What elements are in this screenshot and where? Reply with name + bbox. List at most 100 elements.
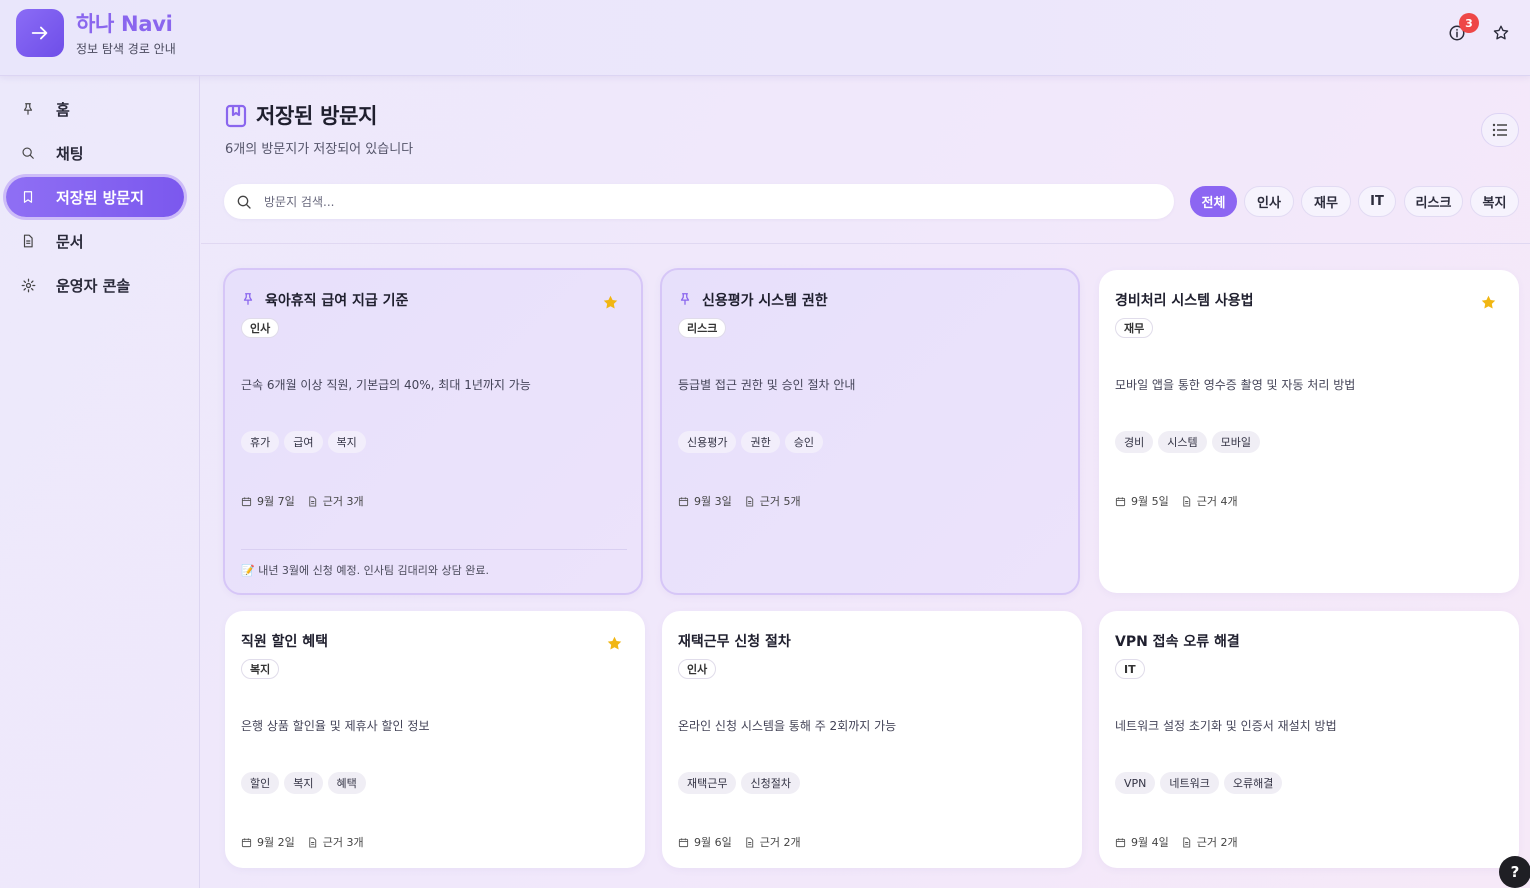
category-badge: 인사 <box>241 318 280 338</box>
sidebar: 홈 채팅 저장된 방문지 문서 운영자 콘솔 <box>0 76 200 888</box>
tag-list: 신용평가 권한 승인 <box>678 431 823 453</box>
bookmark-icon <box>20 189 36 205</box>
tag[interactable]: 모바일 <box>1211 431 1260 453</box>
tag[interactable]: 오류해결 <box>1223 772 1283 794</box>
card-title: 재택근무 신청 절차 <box>678 634 791 650</box>
calendar-icon <box>241 837 252 847</box>
document-icon <box>1183 836 1190 848</box>
list-icon <box>1492 123 1507 137</box>
card-description: 온라인 신청 시스템을 통해 주 2회까지 가능 <box>678 719 897 733</box>
arrow-right-icon <box>31 26 48 40</box>
category-badge: 인사 <box>678 659 717 679</box>
card-description: 네트워크 설정 초기화 및 인증서 재설치 방법 <box>1115 719 1337 733</box>
saved-date: 9월 2일 <box>257 836 295 849</box>
calendar-icon <box>1115 837 1126 847</box>
saved-date: 9월 5일 <box>1131 495 1169 508</box>
card-description: 근속 6개월 이상 직원, 기본급의 40%, 최대 1년까지 가능 <box>241 378 531 392</box>
document-icon <box>309 836 316 848</box>
star-filled-icon[interactable] <box>606 635 623 652</box>
search-input[interactable] <box>264 194 1144 209</box>
source-count: 근거 5개 <box>759 495 801 508</box>
document-icon <box>746 495 753 507</box>
saved-place-card[interactable]: 육아휴직 급여 지급 기준 인사 근속 6개월 이상 직원, 기본급의 40%,… <box>223 268 643 595</box>
tag[interactable]: 휴가 <box>241 431 280 453</box>
document-icon <box>746 836 753 848</box>
sidebar-item-label: 운영자 콘솔 <box>56 276 131 295</box>
list-view-button[interactable] <box>1481 113 1519 147</box>
tag[interactable]: 권한 <box>741 431 780 453</box>
logo-button[interactable] <box>16 9 64 57</box>
document-icon <box>309 495 316 507</box>
category-badge: IT <box>1115 659 1145 679</box>
saved-place-card[interactable]: VPN 접속 오류 해결 IT 네트워크 설정 초기화 및 인증서 재설치 방법… <box>1099 611 1519 868</box>
filter-chip-risk[interactable]: 리스크 <box>1404 186 1463 217</box>
star-filled-icon[interactable] <box>1480 294 1497 311</box>
tag-list: VPN 네트워크 오류해결 <box>1115 772 1283 794</box>
sidebar-item-admin-console[interactable]: 운영자 콘솔 <box>6 265 184 305</box>
tag[interactable]: 승인 <box>784 431 823 453</box>
app-tagline: 정보 탐색 경로 안내 <box>76 42 176 56</box>
tag-list: 할인 복지 혜택 <box>241 772 366 794</box>
card-title: 육아휴직 급여 지급 기준 <box>265 293 409 309</box>
tag[interactable]: 신용평가 <box>678 431 737 453</box>
card-title: VPN 접속 오류 해결 <box>1115 634 1240 650</box>
source-count: 근거 2개 <box>759 836 801 849</box>
sidebar-item-label: 채팅 <box>56 144 84 163</box>
star-filled-icon[interactable] <box>602 294 619 311</box>
card-meta: 9월 2일 근거 3개 <box>241 834 364 850</box>
tag[interactable]: 신청절차 <box>741 772 800 794</box>
saved-place-card[interactable]: 직원 할인 혜택 복지 은행 상품 할인율 및 제휴사 할인 정보 할인 복지 … <box>225 611 645 868</box>
tag[interactable]: 할인 <box>241 772 280 794</box>
tag[interactable]: 복지 <box>327 431 366 453</box>
card-meta: 9월 4일 근거 2개 <box>1115 834 1238 850</box>
saved-place-card[interactable]: 신용평가 시스템 권한 리스크 등급별 접근 권한 및 승인 절차 안내 신용평… <box>660 268 1080 595</box>
source-count: 근거 2개 <box>1196 836 1238 849</box>
tag[interactable]: VPN <box>1115 772 1156 794</box>
app-name: 하나 Navi <box>76 12 173 36</box>
saved-place-card[interactable]: 경비처리 시스템 사용법 재무 모바일 앱을 통한 영수증 촬영 및 자동 처리… <box>1099 270 1519 593</box>
card-meta: 9월 5일 근거 4개 <box>1115 493 1238 509</box>
pin-icon <box>20 101 36 117</box>
source-count: 근거 3개 <box>322 495 364 508</box>
card-description: 모바일 앱을 통한 영수증 촬영 및 자동 처리 방법 <box>1115 378 1356 392</box>
header-divider <box>201 243 1530 244</box>
help-button[interactable]: ? <box>1499 856 1530 888</box>
tag[interactable]: 급여 <box>284 431 323 453</box>
document-icon <box>1183 495 1190 507</box>
pin-icon <box>241 292 255 306</box>
tag[interactable]: 재택근무 <box>678 772 737 794</box>
tag[interactable]: 시스템 <box>1158 431 1207 453</box>
filter-chip-all[interactable]: 전체 <box>1190 186 1237 217</box>
card-meta: 9월 7일 근거 3개 <box>241 493 364 509</box>
category-badge: 리스크 <box>678 318 727 338</box>
saved-date: 9월 7일 <box>257 495 295 508</box>
filter-chip-hr[interactable]: 인사 <box>1244 186 1294 217</box>
search-icon <box>20 145 36 161</box>
filter-chip-finance[interactable]: 재무 <box>1301 186 1351 217</box>
sidebar-item-documents[interactable]: 문서 <box>6 221 184 261</box>
card-meta: 9월 6일 근거 2개 <box>678 834 801 850</box>
source-count: 근거 3개 <box>322 836 364 849</box>
note-divider <box>241 549 627 550</box>
tag[interactable]: 경비 <box>1115 431 1154 453</box>
sidebar-item-home[interactable]: 홈 <box>6 89 184 129</box>
category-badge: 재무 <box>1115 318 1154 338</box>
top-header: 하나 Navi 정보 탐색 경로 안내 3 <box>0 0 1530 76</box>
pin-icon <box>678 292 692 306</box>
card-description: 등급별 접근 권한 및 승인 절차 안내 <box>678 378 856 392</box>
saved-date: 9월 6일 <box>694 836 732 849</box>
tag[interactable]: 복지 <box>284 772 323 794</box>
saved-date: 9월 3일 <box>694 495 732 508</box>
filter-chip-welfare[interactable]: 복지 <box>1470 186 1519 217</box>
favorites-button[interactable] <box>1489 21 1513 45</box>
card-meta: 9월 3일 근거 5개 <box>678 493 801 509</box>
tag-list: 재택근무 신청절차 <box>678 772 800 794</box>
tag[interactable]: 혜택 <box>327 772 366 794</box>
saved-place-card[interactable]: 재택근무 신청 절차 인사 온라인 신청 시스템을 통해 주 2회까지 가능 재… <box>662 611 1082 868</box>
sidebar-item-saved-places[interactable]: 저장된 방문지 <box>6 177 184 217</box>
tag[interactable]: 네트워크 <box>1160 772 1219 794</box>
tag-list: 휴가 급여 복지 <box>241 431 366 453</box>
filter-chip-it[interactable]: IT <box>1358 186 1396 217</box>
sidebar-item-chat[interactable]: 채팅 <box>6 133 184 173</box>
sidebar-item-label: 홈 <box>56 100 70 119</box>
